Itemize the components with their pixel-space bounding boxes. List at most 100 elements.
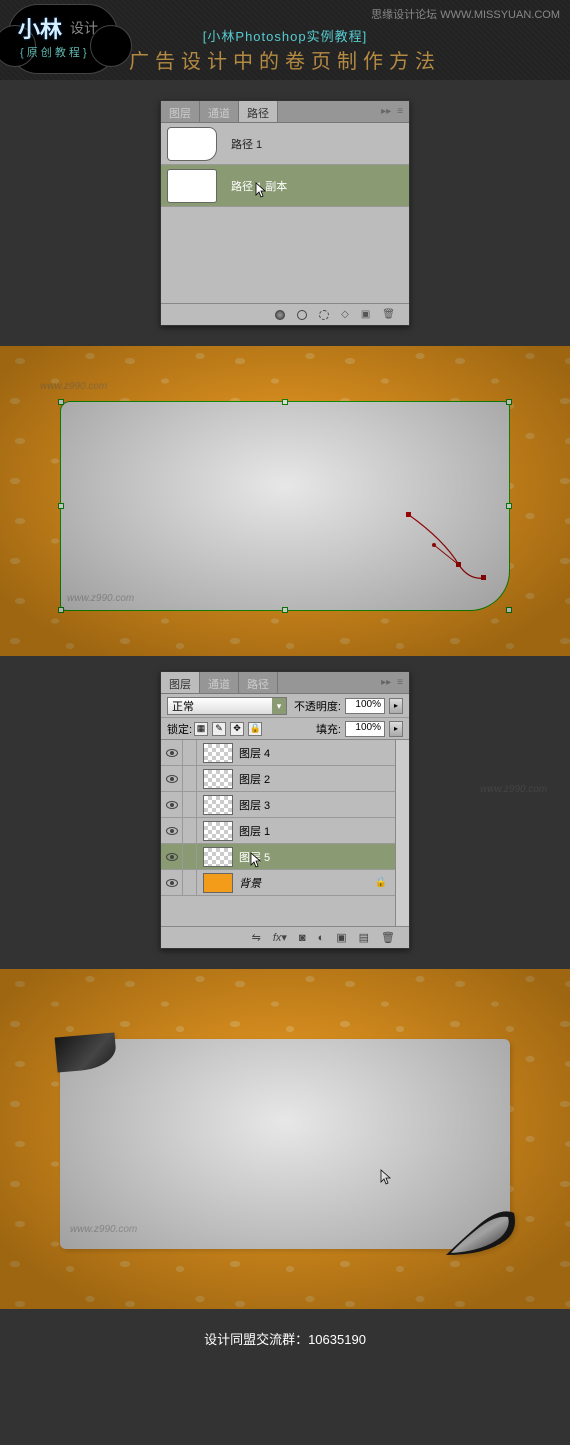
panel-menu-icon[interactable]: ≡	[397, 106, 403, 117]
panel-tabs: 图层 通道 路径 ▸▸ ≡	[161, 101, 409, 123]
layer-name: 图层 3	[239, 797, 270, 813]
link-layers-icon[interactable]: ⇋	[252, 931, 261, 944]
panel-right-arrows-icon[interactable]: ▸▸	[381, 106, 391, 117]
stroke-path-icon[interactable]	[297, 310, 307, 320]
new-path-icon[interactable]: ▣	[361, 309, 370, 320]
path-to-selection-icon[interactable]	[319, 310, 329, 320]
adjustment-layer-icon[interactable]: ◐	[318, 932, 325, 944]
opacity-slider-icon[interactable]: ▸	[389, 698, 403, 714]
logo-tag: { 原 创 教 程 }	[20, 44, 87, 60]
layer-row[interactable]: 图层 1	[161, 818, 395, 844]
opacity-label: 不透明度:	[294, 698, 341, 714]
layer-row-selected[interactable]: 图层 5	[161, 844, 395, 870]
page-curl-bottom-right	[446, 1205, 516, 1255]
transform-handle[interactable]	[58, 399, 64, 405]
lock-transparency-icon[interactable]: ▦	[194, 722, 208, 736]
transform-handle[interactable]	[58, 503, 64, 509]
eye-icon	[166, 879, 178, 887]
path-row-selected[interactable]: 路径 1 副本	[161, 165, 409, 207]
footer-text: 设计同盟交流群：10635190	[204, 1332, 366, 1347]
layers-list: 图层 4 图层 2 图层 3 图层 1 图层 5	[161, 740, 409, 926]
path-thumbnail	[167, 169, 217, 203]
panel-right-arrows-icon[interactable]: ▸▸	[381, 677, 391, 688]
delete-layer-icon[interactable]: 🗑	[381, 931, 395, 944]
layers-panel: 图层 通道 路径 ▸▸ ≡ 正常 ▾ 不透明度: 100% ▸ 锁定: ▦ ✎ …	[160, 671, 410, 949]
logo-main: 小林	[18, 12, 62, 44]
layer-thumbnail	[203, 795, 233, 815]
delete-path-icon[interactable]: 🗑	[382, 309, 395, 320]
layer-thumbnail	[203, 873, 233, 893]
tab-paths[interactable]: 路径	[239, 672, 278, 693]
paper-shape-editing[interactable]: www.z990.com	[60, 401, 510, 611]
layer-mask-icon[interactable]: ◙	[299, 932, 306, 944]
transform-handle[interactable]	[282, 399, 288, 405]
bezier-path-icon[interactable]	[404, 510, 494, 590]
layer-effects-icon[interactable]: fx▾	[273, 931, 287, 944]
tab-channels[interactable]: 通道	[200, 672, 239, 693]
eye-icon	[166, 827, 178, 835]
eye-icon	[166, 749, 178, 757]
paths-list: 路径 1 路径 1 副本	[161, 123, 409, 303]
transform-handle[interactable]	[506, 399, 512, 405]
layer-thumbnail	[203, 743, 233, 763]
paths-panel: 图层 通道 路径 ▸▸ ≡ 路径 1 路径 1 副本 ◇ ▣ 🗑	[160, 100, 410, 326]
layer-row[interactable]: 图层 4	[161, 740, 395, 766]
transform-handle[interactable]	[282, 607, 288, 613]
panel-tabs: 图层 通道 路径 ▸▸ ≡	[161, 672, 409, 694]
scrollbar[interactable]	[395, 740, 409, 926]
layer-thumbnail	[203, 847, 233, 867]
layer-row-background[interactable]: 背景 🔒	[161, 870, 395, 896]
layer-name: 图层 2	[239, 771, 270, 787]
lock-indicator-icon: 🔒	[375, 877, 387, 888]
layer-name: 图层 1	[239, 823, 270, 839]
fill-slider-icon[interactable]: ▸	[389, 721, 403, 737]
layer-thumbnail	[203, 769, 233, 789]
tab-layers[interactable]: 图层	[161, 672, 200, 693]
paper-shape-result: www.z990.com	[60, 1039, 510, 1249]
tab-paths[interactable]: 路径	[239, 101, 278, 122]
watermark: www.z990.com	[40, 381, 107, 392]
new-layer-icon[interactable]: ▤	[359, 931, 369, 944]
lock-position-icon[interactable]: ✥	[230, 722, 244, 736]
path-thumbnail	[167, 127, 217, 161]
logo-sub: 设计	[70, 18, 98, 38]
lock-pixels-icon[interactable]: ✎	[212, 722, 226, 736]
cursor-icon	[250, 852, 262, 868]
canvas-preview-2: www.z990.com	[0, 969, 570, 1309]
make-workpath-icon[interactable]: ◇	[341, 309, 349, 320]
visibility-toggle[interactable]	[161, 740, 183, 765]
path-row[interactable]: 路径 1	[161, 123, 409, 165]
fill-path-icon[interactable]	[275, 310, 285, 320]
layer-row[interactable]: 图层 3	[161, 792, 395, 818]
opacity-input[interactable]: 100%	[345, 698, 385, 714]
page-header: 小林 设计 { 原 创 教 程 } 思缘设计论坛 WWW.MISSYUAN.CO…	[0, 0, 570, 80]
transform-handle[interactable]	[506, 503, 512, 509]
fill-label: 填充:	[316, 721, 341, 737]
cursor-icon	[255, 182, 267, 198]
eye-icon	[166, 853, 178, 861]
eye-icon	[166, 801, 178, 809]
cursor-icon	[380, 1169, 392, 1185]
transform-handle[interactable]	[506, 607, 512, 613]
blend-mode-select[interactable]: 正常 ▾	[167, 697, 287, 715]
page-footer: 设计同盟交流群：10635190	[0, 1309, 570, 1368]
top-right-watermark: 思缘设计论坛 WWW.MISSYUAN.COM	[371, 6, 560, 22]
lock-all-icon[interactable]: 🔒	[248, 722, 262, 736]
layer-name: 图层 4	[239, 745, 270, 761]
dropdown-arrow-icon: ▾	[272, 698, 286, 714]
tab-layers[interactable]: 图层	[161, 101, 200, 122]
visibility-toggle[interactable]	[161, 844, 183, 869]
visibility-toggle[interactable]	[161, 870, 183, 895]
visibility-toggle[interactable]	[161, 766, 183, 791]
visibility-toggle[interactable]	[161, 792, 183, 817]
paths-panel-footer: ◇ ▣ 🗑	[161, 303, 409, 325]
visibility-toggle[interactable]	[161, 818, 183, 843]
tab-channels[interactable]: 通道	[200, 101, 239, 122]
new-group-icon[interactable]: ▣	[336, 931, 346, 944]
layer-blend-row: 正常 ▾ 不透明度: 100% ▸	[161, 694, 409, 718]
canvas-preview-1: www.z990.com www.z990.com	[0, 346, 570, 656]
fill-input[interactable]: 100%	[345, 721, 385, 737]
transform-handle[interactable]	[58, 607, 64, 613]
layer-row[interactable]: 图层 2	[161, 766, 395, 792]
panel-menu-icon[interactable]: ≡	[397, 677, 403, 688]
